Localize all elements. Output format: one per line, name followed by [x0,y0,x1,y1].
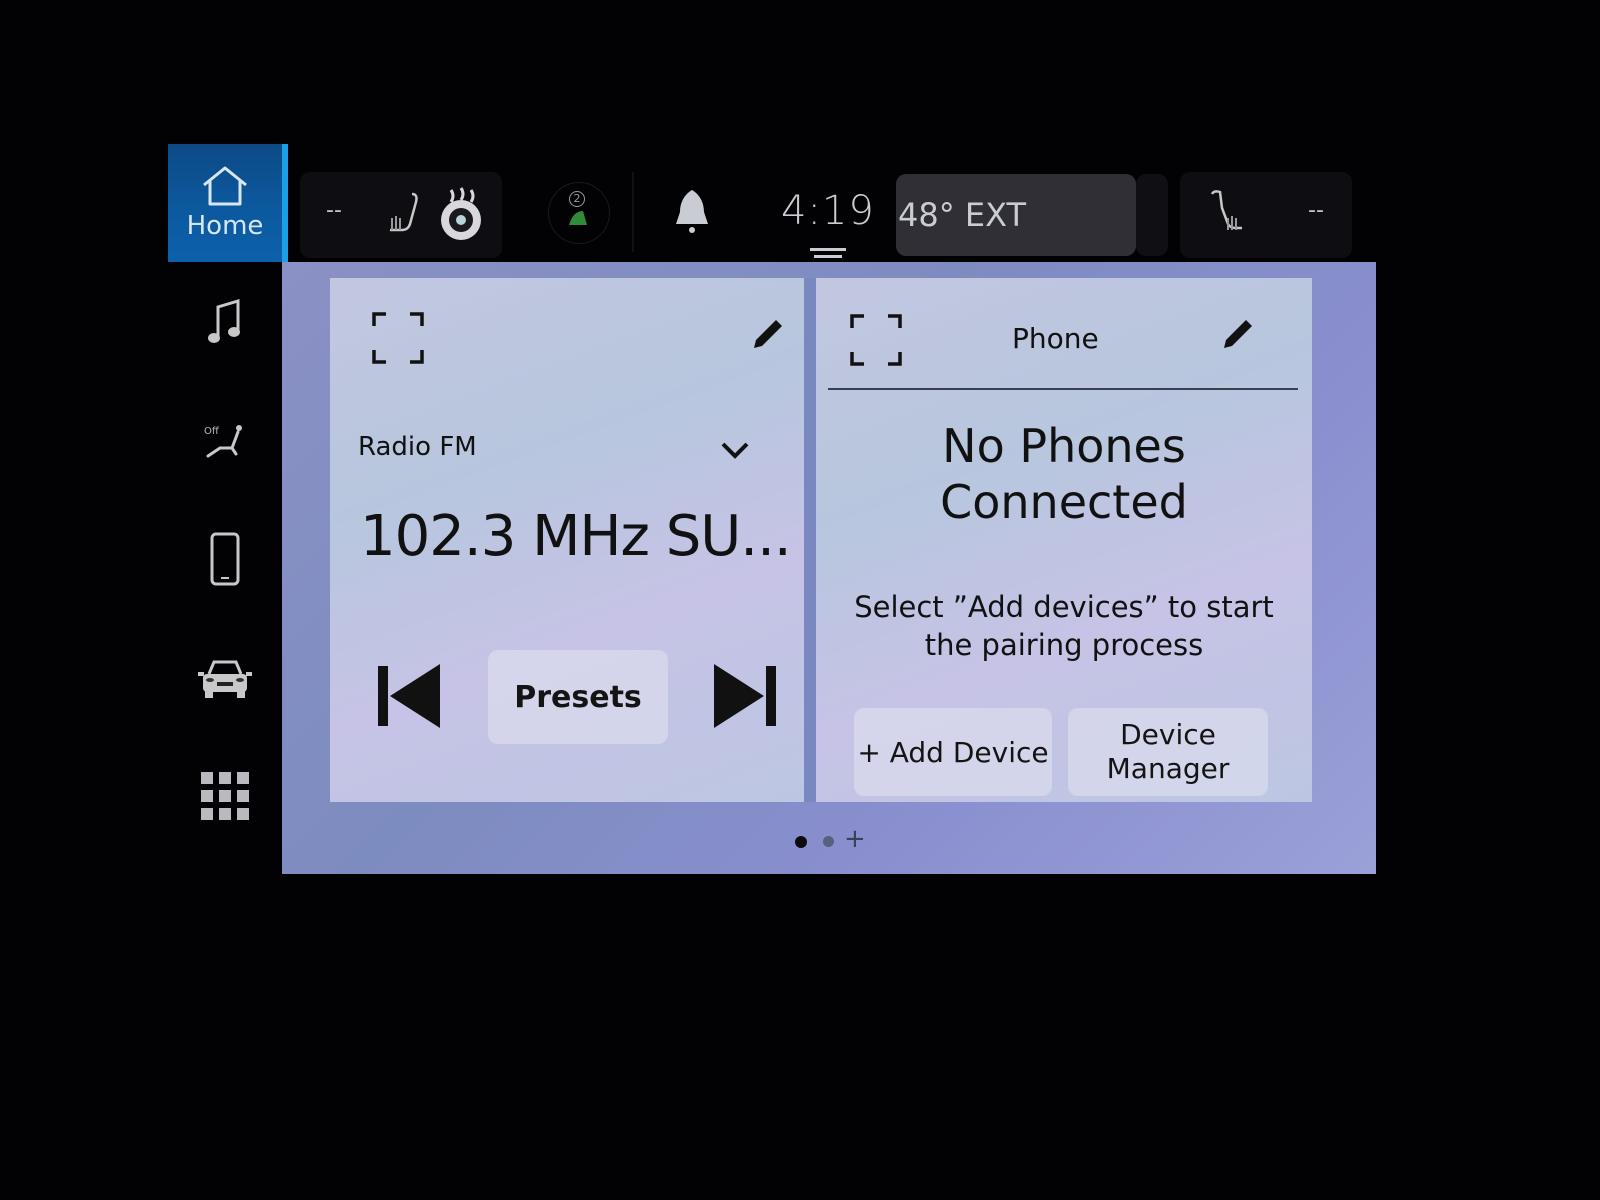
music-note-icon [208,298,240,343]
sidebar-item-home[interactable]: Home [168,144,288,262]
sidebar-item-seat-massage[interactable]: Off [168,412,282,472]
presets-button[interactable]: Presets [488,650,668,744]
car-icon [198,660,252,698]
assist-count-badge: 2 [569,191,585,207]
sidebar-item-phone[interactable] [168,524,282,594]
clock[interactable]: 4:19 [781,188,875,234]
add-page-button[interactable]: + [844,824,866,854]
home-icon [203,166,247,206]
phone-widget[interactable]: Phone No Phones Connected Select ”Add de… [816,278,1312,802]
phone-icon [210,532,240,586]
device-manager-label: Manager [1106,752,1230,785]
sidebar: Home Off [168,144,288,874]
chevron-down-icon[interactable] [720,440,750,460]
exterior-temp-tile[interactable]: 48° EXT [896,174,1136,256]
sidebar-item-vehicle[interactable] [168,649,282,709]
app-grid-icon [201,772,249,820]
exterior-temp: 48° EXT [898,196,1027,234]
header-divider [828,388,1298,390]
phone-status-line: Connected [940,475,1188,529]
pencil-icon[interactable] [750,316,786,352]
pairing-hint-line: the pairing process [924,628,1204,662]
expand-icon[interactable] [372,312,424,364]
station-name: 102.3 MHz SU... [360,504,792,569]
seat-massage-icon: Off [204,425,242,458]
phone-status: No Phones Connected [816,418,1312,530]
device-manager-label: Device [1120,718,1216,751]
expand-icon[interactable] [850,314,902,366]
page-dot[interactable] [823,836,834,847]
pull-down-handle[interactable] [810,248,846,251]
heated-seat-icon[interactable] [382,190,426,240]
heated-seat-icon[interactable] [1206,188,1246,240]
page-dot-active[interactable] [795,836,807,848]
widget-divider [804,278,816,802]
heated-steering-wheel-icon[interactable] [436,186,486,242]
device-manager-button[interactable]: Device Manager [1068,708,1268,796]
exterior-temp-tile-edge [1136,174,1168,256]
radio-widget[interactable]: Radio FM 102.3 MHz SU... Presets [330,278,804,802]
svg-text:Off: Off [204,426,220,437]
driver-assist-indicator[interactable]: 2 [548,182,610,244]
skip-next-icon[interactable] [712,664,778,728]
driver-temp[interactable]: -- [326,198,342,223]
phone-status-line: No Phones [942,419,1186,473]
pull-down-handle-line [814,255,842,258]
divider [632,172,634,252]
pairing-hint: Select ”Add devices” to start the pairin… [816,588,1312,664]
assist-driver-icon [569,211,587,225]
add-device-button[interactable]: + Add Device [854,708,1052,796]
passenger-climate-group: -- [1180,172,1352,258]
sidebar-item-label: Home [186,211,264,241]
pairing-hint-line: Select ”Add devices” to start [854,590,1274,624]
sidebar-item-audio[interactable] [168,292,282,352]
home-widgets-area: Radio FM 102.3 MHz SU... Presets Phone N… [282,262,1376,874]
passenger-temp[interactable]: -- [1308,198,1324,223]
pencil-icon[interactable] [1220,316,1256,352]
driver-climate-group: -- [300,172,502,258]
radio-source: Radio FM [358,432,477,462]
sidebar-item-apps[interactable] [168,766,282,826]
phone-widget-title: Phone [1012,322,1099,355]
bell-icon[interactable] [672,188,712,236]
skip-previous-icon[interactable] [376,664,442,728]
